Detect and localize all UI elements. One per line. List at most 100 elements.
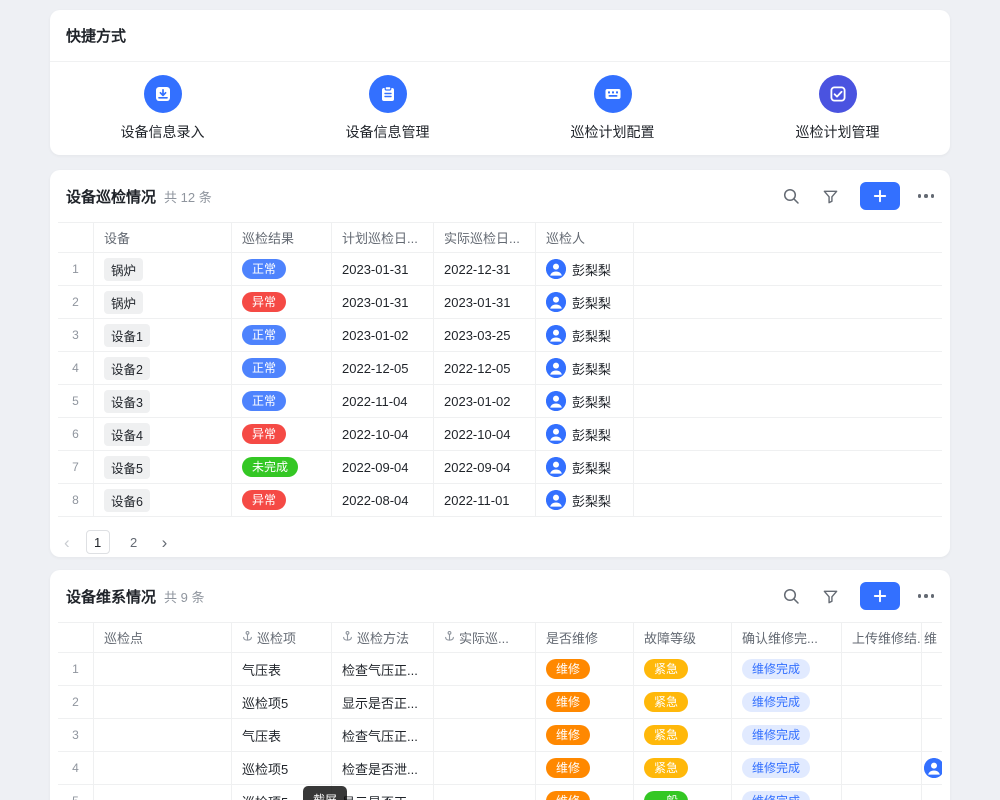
cell-planned[interactable]: 2023-01-02 [332,319,434,351]
cell-result[interactable]: 正常 [232,385,332,417]
cell-actual[interactable] [434,785,536,800]
cell-no[interactable]: 1 [58,253,94,285]
cell-actual[interactable]: 2022-09-04 [434,451,536,483]
cell-method[interactable]: 检查是否泄... [332,752,434,784]
cell-planned[interactable]: 2022-08-04 [332,484,434,516]
column-header-point[interactable]: 巡检点 [94,623,232,652]
cell-device[interactable]: 设备1 [94,319,232,351]
cell-filler[interactable] [634,385,942,417]
column-header-filler[interactable] [634,223,942,252]
cell-method[interactable]: 检查气压正... [332,653,434,685]
cell-no[interactable]: 2 [58,686,94,718]
add-record-button[interactable] [860,182,900,210]
column-header-actual[interactable]: 实际巡... [434,623,536,652]
cell-extra[interactable] [922,785,942,800]
cell-planned[interactable]: 2023-01-31 [332,253,434,285]
table-row[interactable]: 7设备5未完成2022-09-042022-09-04彭梨梨 [58,451,942,484]
cell-actual[interactable]: 2023-01-31 [434,286,536,318]
cell-actual[interactable] [434,686,536,718]
shortcut-device-info-manage[interactable]: 设备信息管理 [275,75,500,142]
add-record-button[interactable] [860,582,900,610]
cell-upload[interactable] [842,686,922,718]
cell-actual[interactable]: 2022-10-04 [434,418,536,450]
cell-filler[interactable] [634,253,942,285]
cell-repair[interactable]: 维修 [536,686,634,718]
cell-planned[interactable]: 2022-12-05 [332,352,434,384]
column-header-result[interactable]: 巡检结果 [232,223,332,252]
table-row[interactable]: 4 巡检项5检查是否泄... 维修紧急维修完成 [58,752,942,785]
cell-filler[interactable] [634,418,942,450]
cell-confirm[interactable]: 维修完成 [732,653,842,685]
cell-upload[interactable] [842,719,922,751]
column-header-actual[interactable]: 实际巡检日... [434,223,536,252]
more-actions-icon[interactable] [918,594,935,598]
cell-device[interactable]: 设备6 [94,484,232,516]
cell-actual[interactable] [434,719,536,751]
cell-repair[interactable]: 维修 [536,752,634,784]
cell-extra[interactable] [922,686,942,718]
cell-result[interactable]: 异常 [232,286,332,318]
cell-device[interactable]: 锅炉 [94,253,232,285]
cell-actual[interactable] [434,653,536,685]
cell-extra[interactable] [922,653,942,685]
cell-item[interactable]: 气压表 [232,653,332,685]
cell-result[interactable]: 异常 [232,418,332,450]
shortcut-inspection-plan-manage[interactable]: 巡检计划管理 [725,75,950,142]
cell-item[interactable]: 巡检项5 [232,752,332,784]
cell-no[interactable]: 7 [58,451,94,483]
cell-filler[interactable] [634,286,942,318]
cell-inspector[interactable]: 彭梨梨 [536,385,634,417]
cell-inspector[interactable]: 彭梨梨 [536,352,634,384]
cell-inspector[interactable]: 彭梨梨 [536,484,634,516]
cell-no[interactable]: 4 [58,352,94,384]
shortcut-inspection-plan-config[interactable]: 巡检计划配置 [500,75,725,142]
cell-extra[interactable] [922,752,942,784]
column-header-level[interactable]: 故障等级 [634,623,732,652]
cell-confirm[interactable]: 维修完成 [732,686,842,718]
cell-no[interactable]: 1 [58,653,94,685]
table-row[interactable]: 1气压表检查气压正...维修紧急维修完成 [58,653,942,686]
cell-level[interactable]: 紧急 [634,653,732,685]
pagination-next-icon[interactable]: › [158,534,172,551]
cell-planned[interactable]: 2022-11-04 [332,385,434,417]
column-header-no[interactable] [58,623,94,652]
cell-filler[interactable] [634,451,942,483]
cell-filler[interactable] [634,352,942,384]
column-header-item[interactable]: 巡检项 [232,623,332,652]
cell-actual[interactable]: 2023-01-02 [434,385,536,417]
cell-device[interactable]: 设备4 [94,418,232,450]
search-icon[interactable] [780,585,802,607]
cell-repair[interactable]: 维修 [536,785,634,800]
cell-result[interactable]: 未完成 [232,451,332,483]
pagination-page-2[interactable]: 2 [122,530,146,554]
column-header-device[interactable]: 设备 [94,223,232,252]
cell-confirm[interactable]: 维修完成 [732,752,842,784]
cell-actual[interactable]: 2023-03-25 [434,319,536,351]
cell-no[interactable]: 8 [58,484,94,516]
cell-inspector[interactable]: 彭梨梨 [536,286,634,318]
cell-device[interactable]: 设备5 [94,451,232,483]
cell-method[interactable]: 检查气压正... [332,719,434,751]
cell-filler[interactable] [634,484,942,516]
column-header-method[interactable]: 巡检方法 [332,623,434,652]
cell-no[interactable]: 3 [58,719,94,751]
cell-method[interactable]: 显示是否正... [332,686,434,718]
cell-upload[interactable] [842,785,922,800]
cell-no[interactable]: 4 [58,752,94,784]
cell-level[interactable]: 紧急 [634,686,732,718]
cell-level[interactable]: 紧急 [634,719,732,751]
table-row[interactable]: 5巡检项5显示是否正...维修一般维修完成 [58,785,942,800]
table-row[interactable]: 3气压表检查气压正...维修紧急维修完成 [58,719,942,752]
cell-level[interactable]: 紧急 [634,752,732,784]
table-row[interactable]: 5设备3正常2022-11-042023-01-02彭梨梨 [58,385,942,418]
more-actions-icon[interactable] [918,194,935,198]
cell-actual[interactable]: 2022-12-31 [434,253,536,285]
cell-point[interactable] [94,752,232,784]
cell-no[interactable]: 5 [58,385,94,417]
cell-result[interactable]: 异常 [232,484,332,516]
cell-result[interactable]: 正常 [232,352,332,384]
cell-point[interactable] [94,785,232,800]
cell-item[interactable]: 气压表 [232,719,332,751]
cell-actual[interactable]: 2022-12-05 [434,352,536,384]
cell-filler[interactable] [634,319,942,351]
